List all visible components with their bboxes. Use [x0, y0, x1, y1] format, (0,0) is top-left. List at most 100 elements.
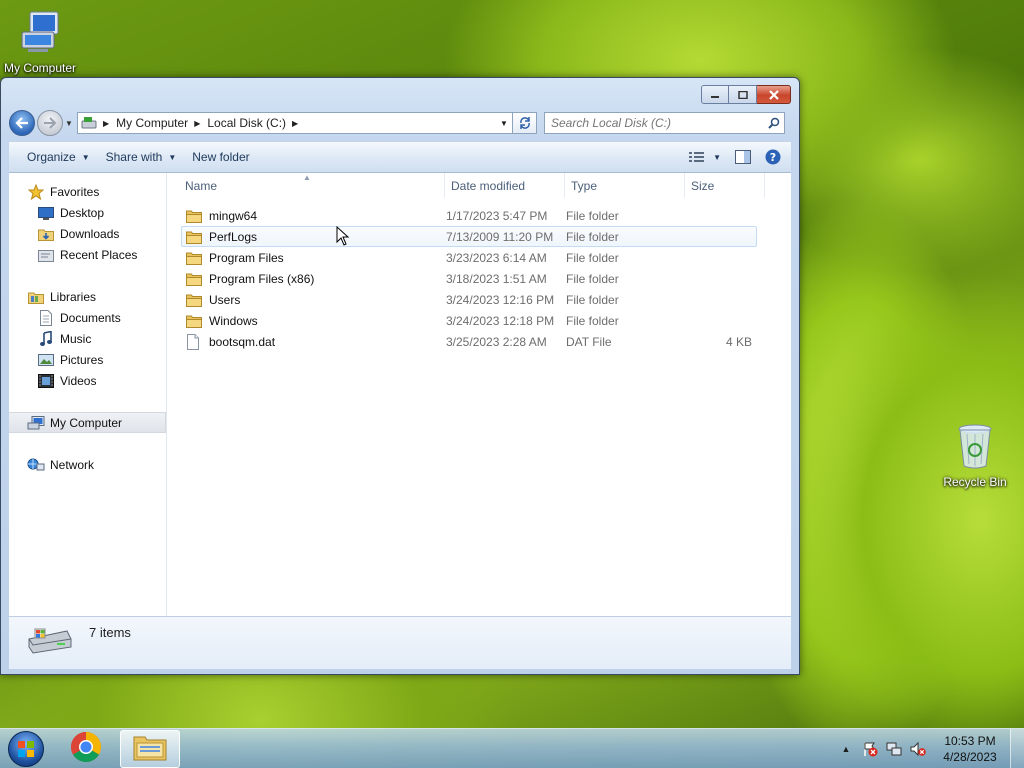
nav-label: Network — [50, 457, 95, 472]
taskbar: ▲ 10:53 PM 4/28/2023 — [0, 728, 1024, 768]
music-icon — [37, 330, 55, 347]
file-list-pane: ▲ Name Date modified Type Size mingw64 1/… — [167, 173, 791, 616]
drive-icon — [27, 625, 73, 658]
nav-label: Favorites — [50, 184, 100, 199]
file-row[interactable]: Windows 3/24/2023 12:18 PM File folder — [181, 310, 757, 331]
pictures-icon — [37, 352, 55, 368]
new-folder-label: New folder — [192, 150, 250, 164]
file-date-modified: 1/17/2023 5:47 PM — [446, 208, 548, 223]
breadcrumb-separator[interactable]: ▶ — [194, 119, 200, 128]
folder-icon — [186, 314, 202, 328]
column-header-name[interactable]: Name — [185, 173, 445, 198]
breadcrumb-separator[interactable]: ▶ — [103, 119, 109, 128]
search-box[interactable] — [544, 112, 785, 134]
desktop-icon-label: Recycle Bin — [943, 475, 1007, 489]
chevron-down-icon: ▼ — [168, 152, 177, 162]
chrome-icon — [70, 731, 102, 766]
nav-favorites[interactable]: Favorites — [9, 181, 166, 202]
change-view-button[interactable]: ▼ — [685, 145, 725, 169]
nav-network[interactable]: Network — [9, 454, 166, 475]
clock-date: 4/28/2023 — [943, 749, 997, 764]
nav-label: Downloads — [60, 226, 120, 241]
organize-button[interactable]: Organize ▼ — [19, 145, 98, 169]
nav-pictures[interactable]: Pictures — [9, 349, 166, 370]
breadcrumb-separator[interactable]: ▶ — [292, 119, 298, 128]
taskbar-chrome-button[interactable] — [56, 730, 116, 768]
nav-downloads[interactable]: Downloads — [9, 223, 166, 244]
folder-icon — [186, 293, 202, 307]
chevron-down-icon: ▼ — [713, 152, 721, 162]
preview-pane-button[interactable] — [729, 145, 757, 169]
nav-videos[interactable]: Videos — [9, 370, 166, 391]
file-row[interactable]: PerfLogs 7/13/2009 11:20 PM File folder — [181, 226, 757, 247]
back-button[interactable] — [9, 110, 35, 136]
show-desktop-button[interactable] — [1010, 728, 1024, 768]
nav-documents[interactable]: Documents — [9, 307, 166, 328]
taskbar-explorer-button[interactable] — [120, 729, 180, 768]
file-size: 4 KB — [725, 334, 752, 349]
start-button[interactable] — [0, 729, 52, 768]
file-name: Program Files — [209, 250, 284, 265]
navigation-pane: Favorites Desktop Downloads Recent Place… — [9, 173, 167, 616]
search-icon[interactable] — [764, 117, 784, 129]
nav-label: Libraries — [50, 289, 97, 304]
volume-muted-icon[interactable] — [908, 741, 928, 757]
address-history-dropdown[interactable]: ▼ — [496, 119, 512, 128]
documents-icon — [37, 309, 55, 326]
file-name-cell: Windows — [182, 314, 446, 328]
nav-music[interactable]: Music — [9, 328, 166, 349]
forward-button[interactable] — [37, 110, 63, 136]
nav-my-computer[interactable]: My Computer — [9, 412, 166, 433]
file-row[interactable]: Users 3/24/2023 12:16 PM File folder — [181, 289, 757, 310]
file-type: File folder — [566, 229, 619, 244]
file-row[interactable]: bootsqm.dat 3/25/2023 2:28 AM DAT File 4 KB — [181, 331, 757, 352]
file-name: Users — [209, 292, 241, 307]
nav-label: Pictures — [60, 352, 104, 367]
nav-label: Music — [60, 331, 92, 346]
nav-label: My Computer — [50, 415, 123, 430]
column-header-type[interactable]: Type — [565, 173, 685, 198]
downloads-folder-icon — [37, 226, 55, 242]
desktop-icon-recycle-bin[interactable]: Recycle Bin — [935, 422, 1015, 489]
desktop-icon-my-computer[interactable]: My Computer — [0, 8, 80, 75]
file-row[interactable]: Program Files 3/23/2023 6:14 AM File folde… — [181, 247, 757, 268]
file-date-modified: 3/24/2023 12:18 PM — [446, 313, 555, 328]
maximize-button[interactable] — [729, 85, 757, 104]
folder-icon — [186, 251, 202, 265]
action-center-icon[interactable] — [860, 741, 880, 757]
share-with-label: Share with — [105, 150, 163, 164]
file-name: Program Files (x86) — [209, 271, 315, 286]
breadcrumb-my-computer[interactable]: My Computer — [116, 113, 188, 133]
file-type: File folder — [566, 271, 619, 286]
file-row[interactable]: Program Files (x86) 3/18/2023 1:51 AM File… — [181, 268, 757, 289]
explorer-window: ▼ ▶ My Computer ▶ Local Disk (C:) ▶ ▼ Or… — [0, 77, 800, 675]
close-button[interactable] — [757, 85, 791, 104]
column-header-date-modified[interactable]: Date modified — [445, 173, 565, 198]
column-header-size[interactable]: Size — [685, 173, 765, 198]
mouse-cursor-icon — [336, 225, 350, 249]
file-row[interactable]: mingw64 1/17/2023 5:47 PM File folder — [181, 205, 757, 226]
search-input[interactable] — [551, 116, 764, 130]
nav-label: Desktop — [60, 205, 105, 220]
computer-icon — [27, 415, 45, 431]
nav-recent-places[interactable]: Recent Places — [9, 244, 166, 265]
sort-ascending-icon: ▲ — [303, 173, 311, 182]
recent-pages-dropdown[interactable]: ▼ — [63, 110, 75, 136]
share-with-button[interactable]: Share with ▼ — [98, 145, 185, 169]
taskbar-clock[interactable]: 10:53 PM 4/28/2023 — [938, 733, 1002, 765]
address-bar[interactable]: ▶ My Computer ▶ Local Disk (C:) ▶ ▼ — [77, 112, 513, 134]
nav-desktop[interactable]: Desktop — [9, 202, 166, 223]
command-bar: Organize ▼ Share with ▼ New folder ▼ ? — [9, 141, 791, 173]
network-status-icon[interactable] — [884, 741, 904, 757]
file-type: File folder — [566, 250, 619, 265]
minimize-button[interactable] — [701, 85, 729, 104]
show-hidden-icons-button[interactable]: ▲ — [836, 744, 856, 754]
navigation-row: ▼ ▶ My Computer ▶ Local Disk (C:) ▶ ▼ — [9, 110, 791, 136]
new-folder-button[interactable]: New folder — [184, 145, 257, 169]
nav-libraries[interactable]: Libraries — [9, 286, 166, 307]
refresh-button[interactable] — [513, 112, 537, 134]
file-date-modified: 3/24/2023 12:16 PM — [446, 292, 555, 307]
breadcrumb-local-disk[interactable]: Local Disk (C:) — [207, 113, 286, 133]
file-name: PerfLogs — [209, 229, 258, 244]
help-button[interactable]: ? — [761, 145, 785, 169]
